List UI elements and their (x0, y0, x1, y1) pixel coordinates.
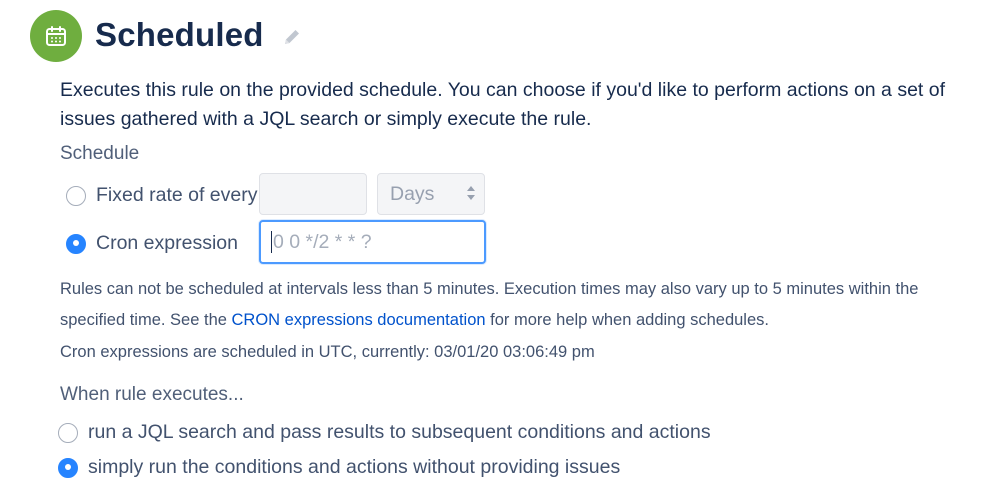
fixed-rate-option[interactable]: Fixed rate of every (66, 184, 257, 207)
fixed-rate-unit-select[interactable]: Days (377, 173, 485, 215)
cron-docs-link[interactable]: CRON expressions documentation (232, 311, 486, 329)
cron-label: Cron expression (96, 232, 238, 254)
cron-radio[interactable] (66, 233, 86, 254)
help-text-after: for more help when adding schedules. (485, 311, 769, 329)
pencil-icon[interactable] (282, 27, 302, 47)
schedule-help-text: Rules can not be scheduled at intervals … (60, 274, 970, 336)
fixed-rate-radio[interactable] (66, 185, 86, 206)
cron-placeholder: 0 0 */2 * * ? (273, 230, 372, 253)
fixed-rate-value-input[interactable] (259, 173, 367, 215)
calendar-icon (30, 10, 82, 62)
simple-run-label: simply run the conditions and actions wi… (88, 456, 621, 478)
simple-run-option[interactable]: simply run the conditions and actions wi… (58, 456, 620, 479)
rule-description: Executes this rule on the provided sched… (60, 79, 946, 130)
select-arrows-icon (466, 184, 476, 202)
text-caret (271, 231, 272, 253)
jql-search-label: run a JQL search and pass results to sub… (88, 421, 711, 443)
cron-option[interactable]: Cron expression (66, 232, 238, 255)
fixed-rate-label: Fixed rate of every (96, 184, 258, 206)
simple-run-radio[interactable] (58, 457, 78, 478)
utc-note: Cron expressions are scheduled in UTC, c… (60, 343, 595, 361)
page-title: Scheduled (95, 16, 264, 53)
schedule-label: Schedule (60, 143, 140, 164)
jql-search-option[interactable]: run a JQL search and pass results to sub… (58, 421, 711, 444)
execution-label: When rule executes... (60, 384, 244, 405)
cron-expression-input[interactable]: 0 0 */2 * * ? (259, 220, 486, 264)
jql-search-radio[interactable] (58, 422, 78, 443)
rule-header: Scheduled (30, 10, 302, 62)
fixed-rate-unit-value: Days (390, 182, 435, 205)
